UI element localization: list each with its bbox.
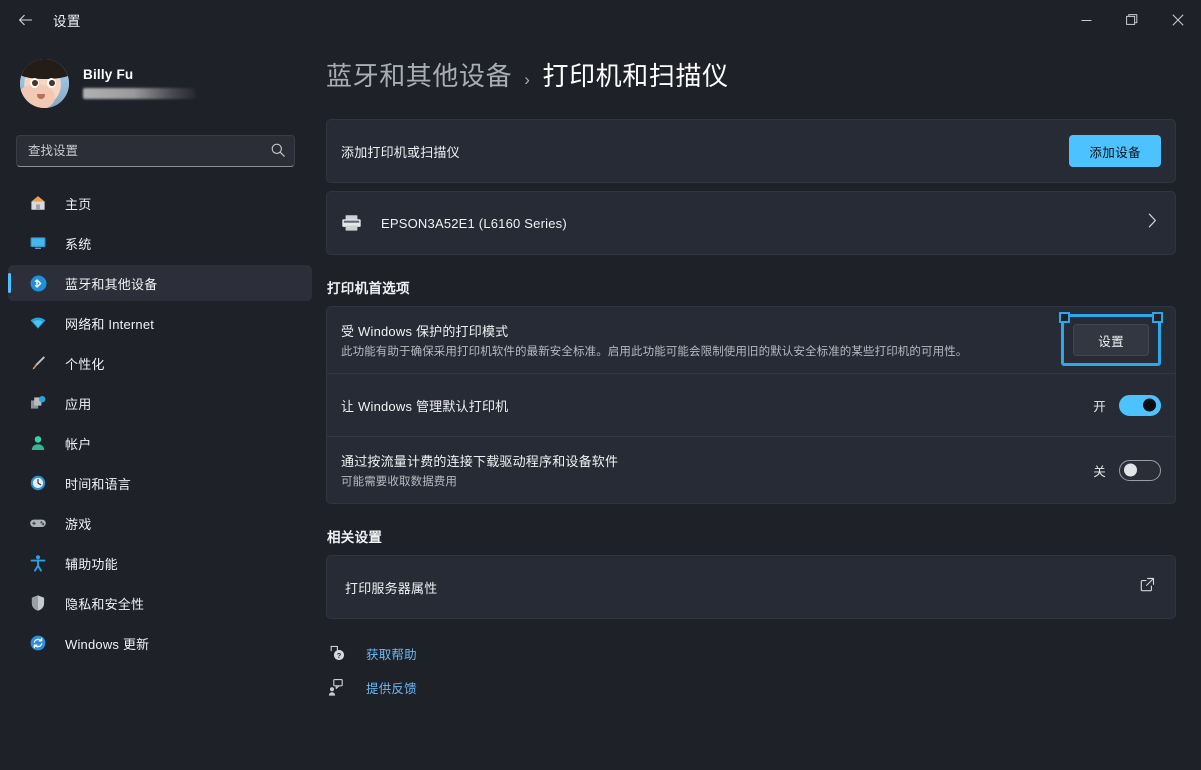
back-arrow-icon bbox=[18, 13, 33, 27]
print-server-properties-label: 打印服务器属性 bbox=[345, 580, 438, 596]
metered-download-description: 可能需要收取数据费用 bbox=[341, 476, 457, 488]
sidebar-item-label: 辅助功能 bbox=[65, 556, 118, 572]
sidebar-nav: 主页 系统 蓝牙和其他设备 网络和 Internet 个性化 应用 帐户 时间和… bbox=[0, 185, 320, 661]
home-icon bbox=[28, 193, 48, 213]
sidebar-item-label: 帐户 bbox=[65, 436, 92, 452]
preferences-card: 受 Windows 保护的打印模式 此功能有助于确保采用打印机软件的最新安全标准… bbox=[326, 306, 1176, 504]
sidebar-item-label: Windows 更新 bbox=[65, 636, 150, 652]
metered-download-title: 通过按流量计费的连接下载驱动程序和设备软件 bbox=[341, 454, 619, 469]
sidebar-item-time-language[interactable]: 时间和语言 bbox=[8, 465, 312, 501]
window-controls bbox=[1063, 0, 1201, 40]
printer-name: EPSON3A52E1 (L6160 Series) bbox=[381, 215, 567, 231]
help-links: ? 获取帮助 提供反馈 bbox=[326, 639, 1201, 701]
add-printer-card: 添加打印机或扫描仪 添加设备 bbox=[326, 119, 1176, 183]
title-bar: 设置 bbox=[0, 0, 1201, 40]
give-feedback-link[interactable]: 提供反馈 bbox=[326, 673, 417, 701]
page-title: 打印机和扫描仪 bbox=[542, 61, 729, 91]
close-icon bbox=[1172, 14, 1184, 26]
print-server-properties-row[interactable]: 打印服务器属性 bbox=[327, 556, 1175, 618]
profile-name: Billy Fu bbox=[83, 67, 134, 82]
sidebar-item-label: 应用 bbox=[65, 396, 92, 412]
profile-section[interactable]: Billy Fu bbox=[20, 52, 320, 114]
network-icon bbox=[28, 313, 48, 333]
manage-default-printer-row: 让 Windows 管理默认打印机 开 bbox=[327, 374, 1175, 436]
manage-default-printer-toggle[interactable] bbox=[1119, 394, 1161, 416]
add-device-button[interactable]: 添加设备 bbox=[1069, 135, 1161, 167]
add-printer-row: 添加打印机或扫描仪 添加设备 bbox=[327, 120, 1175, 182]
manage-default-printer-title: 让 Windows 管理默认打印机 bbox=[341, 398, 509, 414]
maximize-icon bbox=[1126, 14, 1138, 26]
metered-download-toggle[interactable] bbox=[1119, 459, 1161, 481]
protected-print-title: 受 Windows 保护的打印模式 bbox=[341, 324, 509, 339]
printer-list-item[interactable]: EPSON3A52E1 (L6160 Series) bbox=[327, 192, 1175, 254]
protected-print-description: 此功能有助于确保采用打印机软件的最新安全标准。启用此功能可能会限制使用旧的默认安… bbox=[341, 346, 968, 358]
bluetooth-icon bbox=[28, 273, 48, 293]
sidebar-item-label: 个性化 bbox=[65, 356, 105, 372]
maximize-button[interactable] bbox=[1109, 0, 1155, 40]
breadcrumb-separator: › bbox=[524, 70, 531, 89]
sidebar-item-bluetooth-devices[interactable]: 蓝牙和其他设备 bbox=[8, 265, 312, 301]
minimize-button[interactable] bbox=[1063, 0, 1109, 40]
search-container bbox=[16, 135, 295, 167]
shield-icon bbox=[28, 593, 48, 613]
minimize-icon bbox=[1081, 15, 1092, 26]
preferences-heading: 打印机首选项 bbox=[327, 281, 410, 296]
settings-window: 设置 Billy Fu 查找设置 主页 系统 蓝牙和其他设备 网络和 Inter… bbox=[0, 0, 1201, 770]
clock-icon bbox=[28, 473, 48, 493]
protected-print-settings-focus: 设置 bbox=[1059, 312, 1163, 366]
chevron-right-icon bbox=[1148, 213, 1157, 233]
sidebar-item-accessibility[interactable]: 辅助功能 bbox=[8, 545, 312, 581]
gaming-controller-icon bbox=[28, 513, 48, 533]
window-title: 设置 bbox=[53, 14, 81, 29]
sidebar-item-label: 时间和语言 bbox=[65, 476, 132, 492]
metered-download-row: 通过按流量计费的连接下载驱动程序和设备软件 可能需要收取数据费用 关 bbox=[327, 437, 1175, 503]
printer-icon bbox=[341, 214, 363, 232]
avatar bbox=[20, 58, 69, 108]
main-content: 蓝牙和其他设备 › 打印机和扫描仪 添加打印机或扫描仪 添加设备 EPSON3A… bbox=[320, 40, 1201, 770]
external-link-icon bbox=[1140, 577, 1155, 597]
apps-icon bbox=[28, 393, 48, 413]
manage-default-printer-state: 开 bbox=[1093, 399, 1106, 414]
back-button[interactable] bbox=[8, 5, 42, 35]
personalization-brush-icon bbox=[28, 353, 48, 373]
sidebar-item-home[interactable]: 主页 bbox=[8, 185, 312, 221]
svg-text:?: ? bbox=[336, 651, 341, 660]
sidebar-item-label: 网络和 Internet bbox=[65, 316, 155, 332]
sidebar-item-label: 游戏 bbox=[65, 516, 92, 532]
get-help-link[interactable]: ? 获取帮助 bbox=[326, 639, 417, 667]
sidebar-item-network[interactable]: 网络和 Internet bbox=[8, 305, 312, 341]
accounts-person-icon bbox=[28, 433, 48, 453]
sidebar: Billy Fu 查找设置 主页 系统 蓝牙和其他设备 网络和 Internet… bbox=[0, 40, 320, 770]
breadcrumb: 蓝牙和其他设备 › 打印机和扫描仪 bbox=[326, 56, 1201, 93]
give-feedback-label: 提供反馈 bbox=[366, 681, 417, 696]
add-printer-label: 添加打印机或扫描仪 bbox=[341, 144, 460, 160]
sidebar-item-label: 主页 bbox=[65, 196, 92, 212]
sidebar-item-label: 隐私和安全性 bbox=[65, 596, 145, 612]
sidebar-item-gaming[interactable]: 游戏 bbox=[8, 505, 312, 541]
sidebar-item-label: 系统 bbox=[65, 236, 92, 252]
system-icon bbox=[28, 233, 48, 253]
related-settings-card: 打印服务器属性 bbox=[326, 555, 1176, 619]
sidebar-item-label: 蓝牙和其他设备 bbox=[65, 276, 158, 292]
search-input[interactable] bbox=[16, 135, 295, 167]
protected-print-settings-button[interactable]: 设置 bbox=[1073, 324, 1149, 356]
sidebar-item-accounts[interactable]: 帐户 bbox=[8, 425, 312, 461]
protected-print-row: 受 Windows 保护的打印模式 此功能有助于确保采用打印机软件的最新安全标准… bbox=[327, 307, 1175, 373]
get-help-label: 获取帮助 bbox=[366, 647, 417, 662]
help-question-icon: ? bbox=[326, 644, 348, 663]
sidebar-item-system[interactable]: 系统 bbox=[8, 225, 312, 261]
printer-list-card: EPSON3A52E1 (L6160 Series) bbox=[326, 191, 1176, 255]
sidebar-item-windows-update[interactable]: Windows 更新 bbox=[8, 625, 312, 661]
feedback-icon bbox=[326, 678, 348, 697]
metered-download-state: 关 bbox=[1093, 464, 1106, 479]
sidebar-item-privacy-security[interactable]: 隐私和安全性 bbox=[8, 585, 312, 621]
sidebar-item-personalization[interactable]: 个性化 bbox=[8, 345, 312, 381]
sidebar-item-apps[interactable]: 应用 bbox=[8, 385, 312, 421]
close-button[interactable] bbox=[1155, 0, 1201, 40]
profile-email-redacted bbox=[83, 88, 196, 99]
update-refresh-icon bbox=[28, 633, 48, 653]
accessibility-icon bbox=[28, 553, 48, 573]
breadcrumb-parent[interactable]: 蓝牙和其他设备 bbox=[326, 56, 512, 93]
related-heading: 相关设置 bbox=[327, 530, 383, 545]
